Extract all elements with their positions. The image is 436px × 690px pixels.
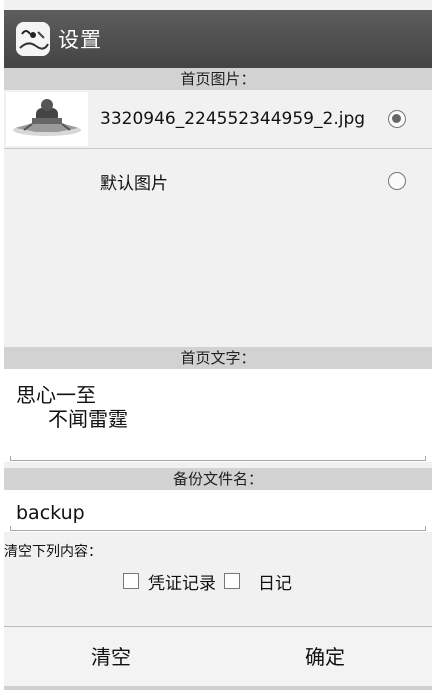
- homepage-text-line-1: 思心一至: [16, 383, 96, 407]
- checkbox-voucher-records-label[interactable]: 凭证记录: [148, 569, 216, 594]
- image-list-empty-space: [4, 210, 432, 347]
- checkbox-diary-label[interactable]: 日记: [258, 569, 292, 594]
- homepage-image-header: 首页图片：: [4, 68, 432, 90]
- clear-button[interactable]: 清空: [4, 627, 218, 687]
- backup-filename-value: backup: [16, 502, 85, 524]
- app-logo-icon: [16, 22, 50, 56]
- radio-selected-icon[interactable]: [388, 110, 406, 128]
- settings-screen: 设置 首页图片： 3320946_224552344959_2.jpg 默认图片…: [4, 0, 432, 690]
- image-option-custom-label: 3320946_224552344959_2.jpg: [100, 109, 366, 129]
- clear-content-label: 清空下列内容：: [4, 544, 102, 560]
- clear-options-row: 凭证记录 日记: [4, 568, 432, 594]
- image-option-custom[interactable]: 3320946_224552344959_2.jpg: [4, 90, 432, 149]
- image-option-default[interactable]: 默认图片: [4, 152, 432, 211]
- screen-title: 设置: [58, 28, 102, 52]
- bottom-edge: [4, 686, 432, 690]
- checkbox-voucher-records[interactable]: [123, 573, 139, 589]
- title-bar: 设置: [4, 10, 432, 68]
- homepage-text-input[interactable]: 思心一至 不闻雷霆: [4, 369, 432, 462]
- text-input-underline: [10, 456, 426, 461]
- confirm-button[interactable]: 确定: [218, 627, 432, 687]
- backup-input-underline: [10, 526, 426, 531]
- homepage-text-line-2: 不闻雷霆: [48, 407, 128, 431]
- radio-unselected-icon[interactable]: [388, 172, 406, 190]
- backup-filename-header: 备份文件名：: [4, 468, 432, 490]
- image-option-default-label: 默认图片: [100, 173, 168, 194]
- checkbox-diary[interactable]: [224, 573, 240, 589]
- image-thumbnail: [6, 92, 88, 146]
- homepage-text-header: 首页文字：: [4, 347, 432, 369]
- backup-filename-input[interactable]: backup: [4, 490, 432, 532]
- action-bar: 清空 确定: [4, 626, 432, 687]
